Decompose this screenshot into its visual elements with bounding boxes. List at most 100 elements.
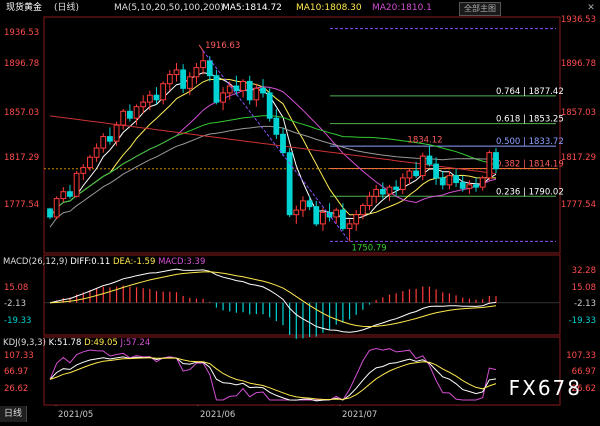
candle-body	[293, 209, 300, 216]
fib-label-2: 0.500 | 1833.72	[496, 137, 564, 147]
candle-body	[466, 184, 473, 189]
candle-body	[266, 92, 273, 119]
candle-body	[453, 175, 459, 184]
candle-body	[373, 188, 380, 197]
date-label-0: 2021/05	[58, 410, 94, 420]
candle-body	[346, 223, 353, 229]
candle-body	[459, 182, 466, 189]
period-button[interactable]: 日线	[0, 406, 28, 422]
candle-body	[260, 87, 266, 94]
candle-body	[100, 136, 107, 149]
chart-stage: 0.764 | 1877.42 0.618 | 1853.25 0.500 | 18…	[0, 0, 600, 422]
candle-body	[140, 101, 147, 108]
candle-body	[113, 124, 120, 142]
macd-panel-frame	[43, 254, 561, 336]
candle-body	[146, 94, 153, 103]
candle-body	[406, 170, 413, 179]
candle-body	[246, 80, 253, 101]
candle-body	[206, 60, 213, 77]
kdj-d: D:49.05	[84, 338, 118, 348]
candle-body	[393, 186, 400, 190]
high-annotation: 1916.63	[205, 41, 240, 51]
candle-body	[200, 60, 207, 69]
close-icon[interactable]: ✕	[586, 3, 596, 13]
price-tick-left-0: 1936.53	[4, 28, 40, 38]
main-chart-button[interactable]: 全部主图	[459, 2, 501, 16]
period-label: (日线)	[54, 3, 80, 13]
macd-value: MACD:3.39	[158, 257, 206, 267]
candle-body	[166, 74, 173, 85]
chart-canvas[interactable]: 0.764 | 1877.42 0.618 | 1853.25 0.500 | 18…	[0, 0, 600, 422]
date-label-1: 2021/06	[200, 410, 236, 420]
candle-body	[107, 136, 113, 142]
candle-body	[253, 87, 260, 101]
candle-body	[439, 177, 446, 186]
macd-tick-right-0: 32.28	[571, 266, 596, 276]
candle-body	[80, 167, 87, 174]
macd-tick-right-1: 15.08	[571, 283, 596, 293]
kdj-legend: KDJ(9,3,3) K:51.78 D:49.05 J:57.24	[3, 338, 150, 348]
candle-body	[180, 69, 187, 89]
candle-body	[126, 110, 133, 119]
period-text: 日线	[57, 3, 76, 13]
candle-body	[47, 208, 53, 218]
chart-header: 现货黄金 (日线) MA(5,10,20,50,100,200) MA5:181…	[0, 0, 600, 17]
fib-label-3: 0.382 | 1814.19	[496, 160, 564, 170]
candle-body	[379, 188, 386, 195]
fib-label-4: 0.236 | 1790.02	[496, 187, 564, 197]
candle-body	[213, 75, 220, 103]
kdj-label: KDJ(9,3,3)	[3, 338, 46, 348]
macd-tick-right-3: -19.33	[568, 316, 596, 326]
ma5-value: MA5:1814.72	[222, 3, 282, 13]
kdj-tick-left-0: 107.33	[4, 351, 34, 361]
price-tick-right-2: 1857.03	[560, 108, 596, 118]
price-tick-left-4: 1777.54	[4, 200, 40, 210]
candle-body	[419, 155, 426, 177]
candle-body	[399, 177, 406, 190]
candle-body	[133, 106, 140, 119]
candle-body	[386, 186, 393, 195]
macd-diff: DIFF:0.11	[70, 257, 111, 267]
candle-body	[300, 200, 306, 211]
macd-dea: DEA:-1.59	[112, 257, 156, 267]
kdj-k: K:51.78	[48, 338, 82, 348]
candle-body	[339, 209, 346, 229]
price-tick-left-3: 1817.29	[4, 153, 40, 163]
macd-tick-left-1: 15.08	[4, 283, 29, 293]
candle-body	[320, 211, 326, 225]
price-tick-right-3: 1817.29	[560, 153, 596, 163]
kdj-j-line	[49, 347, 497, 401]
price-tick-left-2: 1857.03	[4, 108, 40, 118]
candle-body	[220, 92, 226, 103]
macd-tick-right-2: -2.13	[574, 299, 596, 309]
candle-body	[353, 214, 360, 225]
ma20-value: MA20:1810.1	[372, 3, 432, 13]
candle-body	[446, 175, 453, 186]
candle-body	[479, 177, 486, 188]
symbol-label: 现货黄金	[6, 3, 43, 13]
candle-body	[60, 191, 67, 200]
candle-body	[233, 85, 240, 92]
candle-body	[160, 83, 167, 101]
candle-body	[153, 94, 160, 101]
candle-body	[87, 156, 93, 169]
kdj-j: J:57.24	[120, 338, 151, 348]
candle-body	[433, 163, 439, 179]
candle-body	[359, 204, 366, 216]
candle-body	[186, 76, 193, 89]
kdj-tick-right-0: 107.33	[566, 351, 596, 361]
price-tick-right-1: 1896.78	[560, 59, 596, 69]
candle-body	[493, 152, 499, 170]
candle-body	[413, 170, 420, 177]
candle-body	[67, 191, 73, 197]
candle-body	[240, 80, 246, 92]
ma10-value: MA10:1808.30	[296, 3, 362, 13]
candle-body	[366, 195, 373, 206]
candle-body	[280, 133, 286, 154]
candle-body	[273, 117, 280, 135]
candle-body	[426, 155, 433, 165]
low-annotation: 1750.79	[352, 243, 387, 253]
footer-bar: 日线 2021/05 2021/06 2021/07	[0, 406, 600, 422]
macd-tick-left-2: -2.13	[4, 299, 26, 309]
candle-body	[73, 172, 80, 197]
